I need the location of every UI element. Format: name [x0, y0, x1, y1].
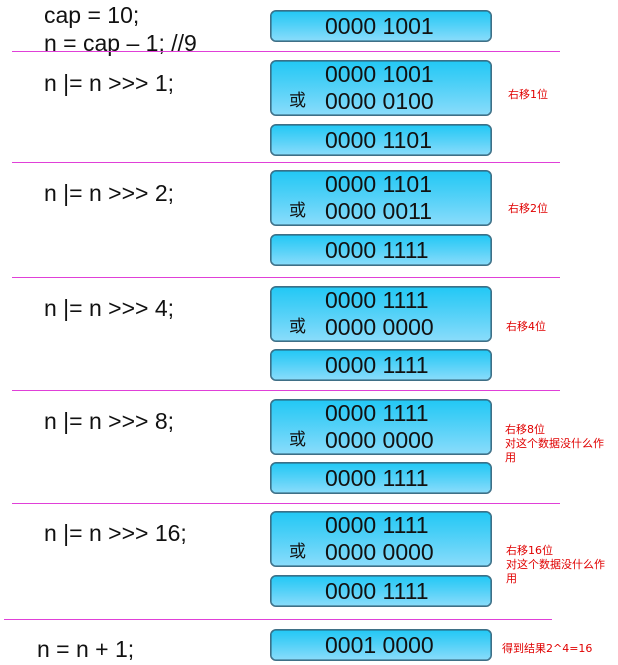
step-2-operand-b: 0000 0011: [325, 198, 433, 224]
step-5-note-line-1: 右移16位: [506, 544, 553, 557]
init-value: 0000 1001: [325, 13, 434, 39]
step-3-code: n |= n >>> 4;: [44, 295, 175, 321]
step-3-operand-b: 0000 0000: [325, 314, 434, 340]
separator-line: [12, 503, 560, 504]
step-2-result: 0000 1111: [325, 237, 429, 263]
step-5-result: 0000 1111: [325, 578, 429, 604]
step-5-operand-a: 0000 1111: [325, 512, 429, 538]
step-3-result-box: 0000 1111: [270, 349, 492, 381]
step-3-result: 0000 1111: [325, 352, 429, 378]
init-code-line-2: n = cap – 1; //9: [44, 30, 197, 56]
step-2-or-label: 或: [289, 201, 306, 221]
step-3-operand-a: 0000 1111: [325, 287, 429, 313]
step-2-result-box: 0000 1111: [270, 234, 492, 266]
step-4-result: 0000 1111: [325, 465, 429, 491]
final-value-box: 0001 0000: [270, 629, 492, 661]
step-1-operand-box: 0000 1001 或 0000 0100: [270, 60, 492, 116]
step-5-note-line-3: 用: [506, 572, 517, 585]
separator-line: [4, 619, 552, 620]
step-5-operand-b: 0000 0000: [325, 539, 434, 565]
separator-line: [12, 51, 560, 52]
step-4-operand-b: 0000 0000: [325, 427, 434, 453]
step-4-code: n |= n >>> 8;: [44, 408, 175, 434]
step-2-operand-box: 0000 1101 或 0000 0011: [270, 170, 492, 226]
init-value-box: 0000 1001: [270, 10, 492, 42]
step-2-operand-a: 0000 1101: [325, 171, 433, 197]
step-5-result-box: 0000 1111: [270, 575, 492, 607]
separator-line: [12, 277, 560, 278]
step-4-or-label: 或: [289, 430, 306, 450]
step-1-operand-b: 0000 0100: [325, 88, 434, 114]
final-value: 0001 0000: [325, 632, 434, 658]
step-4-note-line-1: 右移8位: [505, 423, 545, 436]
step-5-note-line-2: 对这个数据没什么作: [506, 558, 605, 571]
step-3-or-label: 或: [289, 317, 306, 337]
step-1-result: 0000 1101: [325, 127, 433, 153]
step-3-note: 右移4位: [506, 320, 546, 333]
step-1-or-label: 或: [289, 91, 306, 111]
final-note: 得到结果2^4=16: [502, 642, 593, 655]
step-1-note: 右移1位: [508, 88, 548, 101]
final-code: n = n + 1;: [37, 636, 135, 662]
step-4-result-box: 0000 1111: [270, 462, 492, 494]
step-1-operand-a: 0000 1001: [325, 61, 434, 87]
step-2-note: 右移2位: [508, 202, 548, 215]
step-3-operand-box: 0000 1111 或 0000 0000: [270, 286, 492, 342]
step-4-note-line-3: 用: [505, 451, 516, 464]
step-5-code: n |= n >>> 16;: [44, 520, 187, 546]
step-2-code: n |= n >>> 2;: [44, 180, 175, 206]
step-4-note-line-2: 对这个数据没什么作: [505, 437, 604, 450]
step-1-result-box: 0000 1101: [270, 124, 492, 156]
init-code-line-1: cap = 10;: [44, 2, 140, 28]
step-5-or-label: 或: [289, 542, 306, 562]
separator-line: [12, 390, 560, 391]
step-5-operand-box: 0000 1111 或 0000 0000: [270, 511, 492, 567]
step-4-operand-a: 0000 1111: [325, 400, 429, 426]
separator-line: [12, 162, 560, 163]
step-1-code: n |= n >>> 1;: [44, 70, 175, 96]
step-4-operand-box: 0000 1111 或 0000 0000: [270, 399, 492, 455]
